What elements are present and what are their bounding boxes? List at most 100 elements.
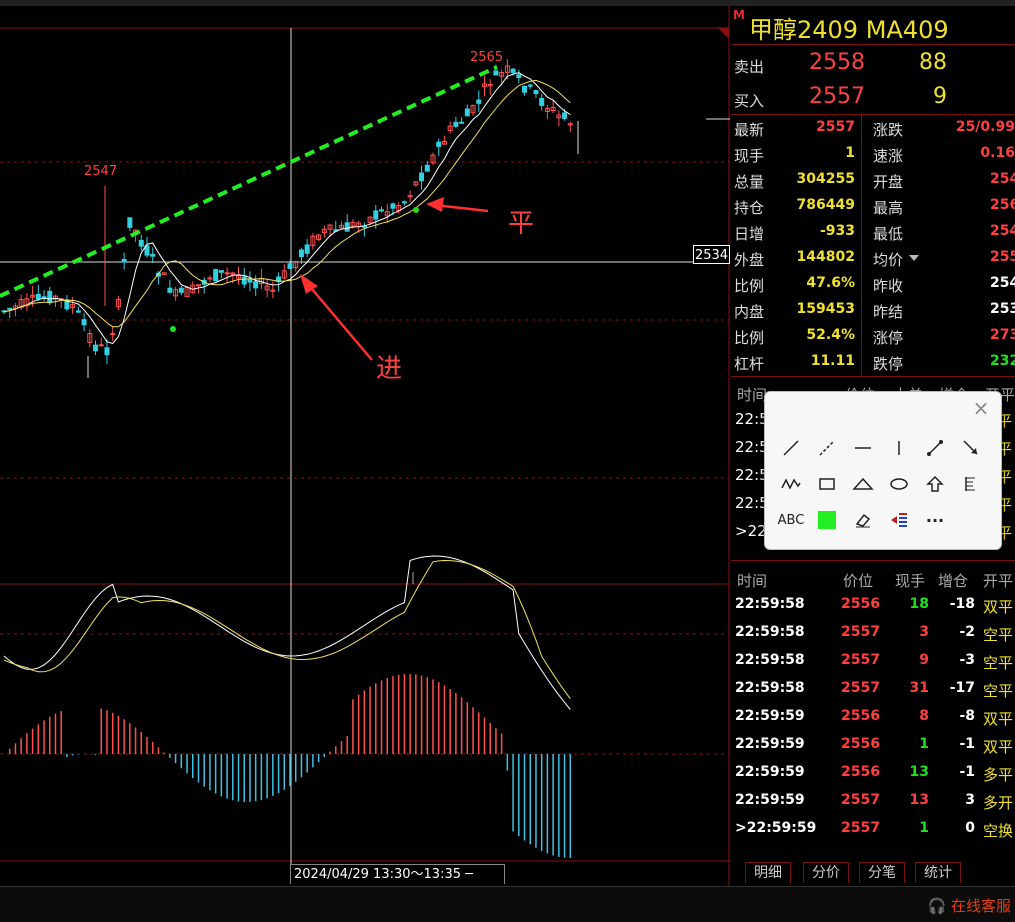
stat-label: 开盘 [873, 173, 904, 191]
local-high-label: 2547 [84, 164, 118, 179]
online-service-link[interactable]: 🎧 在线客服 [928, 895, 1011, 916]
bid-row: 买入 2557 9 [731, 82, 1015, 114]
time-cell: 22:59:59 [735, 792, 805, 808]
tick-row[interactable]: 22:59:58 2557 3 -2 空平 [731, 620, 1015, 648]
candle-body [424, 164, 430, 172]
polyline-tool-icon[interactable] [777, 470, 805, 498]
stat-value: 144802 [796, 249, 855, 265]
candle-body [344, 222, 350, 232]
tick-row[interactable]: 22:59:59 2556 8 -8 双平 [731, 704, 1015, 732]
candle-body [539, 97, 545, 106]
dashed-line-tool-icon[interactable] [813, 434, 841, 462]
tick-row[interactable]: 22:59:58 2557 9 -3 空平 [731, 648, 1015, 676]
time-cell: 22:59:58 [735, 652, 805, 668]
type-cell: 空平 [983, 654, 1014, 672]
color-picker-icon[interactable] [813, 506, 841, 534]
type-cell: 双平 [983, 710, 1014, 728]
candle-body [390, 203, 396, 209]
ask-volume: 88 [919, 50, 947, 75]
stat-label: 涨跌 [873, 121, 904, 139]
price-cell: 2556 [841, 764, 880, 780]
crosshair-price-tag: 2534 [693, 245, 730, 264]
stat-label: 最高 [873, 199, 904, 217]
tab-stats[interactable]: 统计 [915, 862, 961, 883]
line-tool-icon[interactable] [777, 434, 805, 462]
tick-row[interactable]: >22:59:59 2557 1 0 空换 [731, 816, 1015, 844]
moving-averages [3, 72, 571, 345]
tick-row[interactable]: 22:59:59 2556 1 -1 双平 [731, 732, 1015, 760]
color-swatch[interactable] [818, 511, 836, 529]
triangle-tool-icon[interactable] [849, 470, 877, 498]
kline-chart[interactable]: 2565 2547 进 平 [0, 6, 730, 886]
type-cell: 多平 [983, 766, 1014, 784]
tab-detail[interactable]: 明细 [745, 862, 791, 883]
price-cell: 2557 [841, 624, 880, 640]
candle-body [493, 70, 499, 76]
signal-dot [170, 326, 176, 332]
price-cell: 2557 [841, 652, 880, 668]
enter-annotation[interactable]: 进 [376, 348, 402, 385]
stats-row: 比例 52.4% 涨停 2735 [731, 324, 1015, 350]
oi-cell: -1 [959, 736, 975, 752]
candle-body [464, 108, 470, 117]
candle-body [533, 90, 539, 95]
stat-label: 均价 [873, 251, 904, 269]
candle-body [459, 121, 465, 124]
stat-value: 2556 [990, 249, 1015, 265]
tick-row[interactable]: 22:59:58 2556 18 -18 双平 [731, 592, 1015, 620]
eraser-icon[interactable] [849, 506, 877, 534]
dropdown-triangle-icon[interactable] [909, 255, 919, 261]
fibonacci-tool-icon[interactable] [957, 470, 985, 498]
ask-row: 卖出 2558 88 [731, 48, 1015, 80]
volume-cell: 1 [919, 736, 929, 752]
contract-title[interactable]: 甲醇2409 MA409 [749, 10, 949, 45]
drawing-toolbox[interactable]: × ABC ··· [764, 391, 1002, 550]
type-cell: 空平 [983, 626, 1014, 644]
horizontal-line-tool-icon[interactable] [849, 434, 877, 462]
candle-body [453, 121, 459, 127]
arrow-line-tool-icon[interactable] [957, 434, 985, 462]
stat-value: 2532 [990, 301, 1015, 317]
text-tool-icon[interactable]: ABC [777, 506, 805, 534]
bid-label: 买入 [734, 92, 765, 110]
high-price-label: 2565 [470, 50, 504, 65]
online-service-label: 在线客服 [950, 897, 1011, 915]
candle-body [7, 307, 13, 310]
volume-cell: 13 [909, 792, 929, 808]
candle-body [167, 287, 173, 293]
stat-value: 25/0.99% [955, 119, 1015, 135]
candle-body [213, 269, 219, 282]
bid-price: 2557 [809, 84, 865, 109]
stat-label: 速涨 [873, 147, 904, 165]
volume-cell: 3 [919, 624, 929, 640]
rectangle-tool-icon[interactable] [813, 470, 841, 498]
tick-row[interactable]: 22:59:59 2557 13 3 多开 [731, 788, 1015, 816]
delete-drawings-icon[interactable] [885, 506, 913, 534]
tab-price-dist[interactable]: 分价 [803, 862, 849, 883]
entry-arrowhead [300, 274, 318, 294]
volume-cell: 31 [909, 680, 929, 696]
ellipse-tool-icon[interactable] [885, 470, 913, 498]
tick-row[interactable]: 22:59:58 2557 31 -17 空平 [731, 676, 1015, 704]
vertical-line-tool-icon[interactable] [885, 434, 913, 462]
signal-dot [413, 207, 419, 213]
candle-body [298, 249, 304, 258]
chart-canvas[interactable] [0, 6, 730, 886]
candle-body [401, 201, 407, 204]
candle-body [379, 209, 385, 212]
up-arrow-tool-icon[interactable] [921, 470, 949, 498]
exit-annotation[interactable]: 平 [508, 203, 534, 240]
candle-body [35, 293, 41, 300]
candle-body [138, 239, 144, 247]
close-icon[interactable]: × [967, 394, 995, 422]
oi-cell: -18 [949, 596, 975, 612]
candle-body [287, 263, 293, 269]
tick-row[interactable]: 22:59:59 2556 13 -1 多平 [731, 760, 1015, 788]
segment-tool-icon[interactable] [921, 434, 949, 462]
tab-ticks[interactable]: 分笔 [859, 862, 905, 883]
ask-price: 2558 [809, 50, 865, 75]
status-bar: 🎧 在线客服 [0, 886, 1015, 922]
stat-label: 内盘 [734, 303, 765, 321]
more-tools-icon[interactable]: ··· [921, 506, 949, 534]
candle-body [373, 210, 379, 220]
